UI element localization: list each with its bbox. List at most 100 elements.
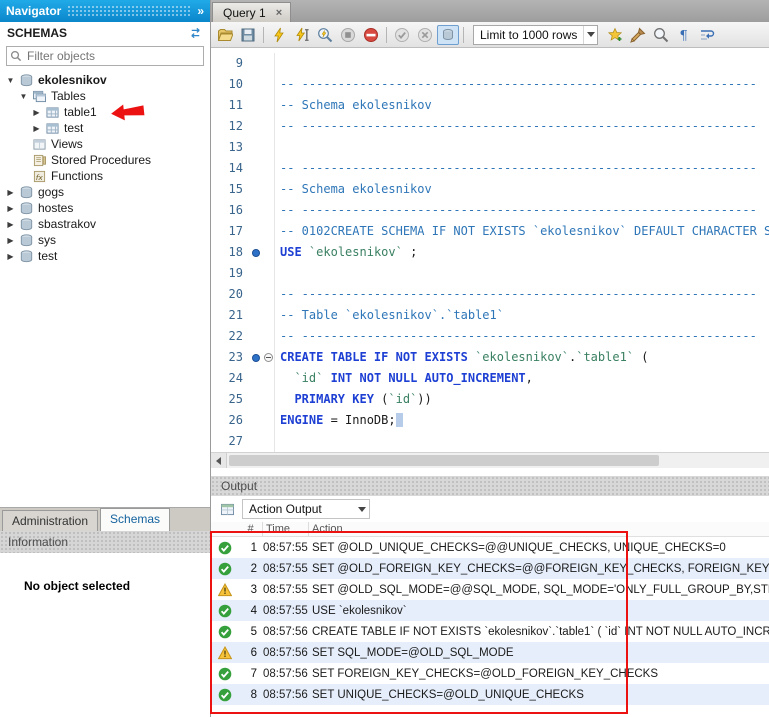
code-text[interactable]: PRIMARY KEY (`id`)) [275, 389, 769, 410]
find-icon[interactable] [650, 25, 672, 45]
output-row[interactable]: 408:57:55USE `ekolesnikov` [211, 600, 769, 621]
column-index[interactable]: # [239, 522, 263, 536]
execute-icon[interactable] [268, 25, 290, 45]
code-text[interactable]: -- -------------------------------------… [275, 116, 769, 137]
code-text[interactable] [275, 137, 769, 158]
output-row[interactable]: 808:57:56SET UNIQUE_CHECKS=@OLD_UNIQUE_C… [211, 684, 769, 705]
autocommit-icon[interactable] [437, 25, 459, 45]
tree-expander-icon[interactable]: ▶ [30, 124, 43, 133]
refresh-schemas-icon[interactable] [188, 27, 203, 39]
row-time: 08:57:55 [263, 563, 309, 575]
fold-gutter [262, 284, 275, 305]
output-row[interactable]: 108:57:55SET @OLD_UNIQUE_CHECKS=@@UNIQUE… [211, 537, 769, 558]
panel-splitter[interactable] [211, 468, 769, 476]
code-text[interactable]: -- -------------------------------------… [275, 158, 769, 179]
column-action[interactable]: Action [309, 522, 769, 536]
save-icon[interactable] [237, 25, 259, 45]
tree-item-tables[interactable]: ▼Tables [0, 88, 210, 104]
output-view-value: Action Output [249, 502, 355, 516]
tree-item-label: Views [51, 137, 83, 151]
explain-icon[interactable] [314, 25, 336, 45]
row-index: 2 [239, 563, 263, 575]
limit-rows-value: Limit to 1000 rows [480, 28, 583, 42]
tree-item-functions[interactable]: fxFunctions [0, 168, 210, 184]
statement-marker-gutter [249, 242, 262, 263]
code-text[interactable]: CREATE TABLE IF NOT EXISTS `ekolesnikov`… [275, 347, 769, 368]
tree-item-stored-procedures[interactable]: Stored Procedures [0, 152, 210, 168]
code-text[interactable] [275, 431, 769, 452]
tree-expander-icon[interactable]: ▼ [17, 92, 30, 101]
tree-expander-icon[interactable]: ▶ [4, 188, 17, 197]
code-token: -- Schema ekolesnikov [280, 182, 432, 196]
line-number: 25 [211, 389, 249, 410]
code-text[interactable]: -- -------------------------------------… [275, 74, 769, 95]
tab-administration[interactable]: Administration [2, 510, 98, 531]
stop-on-error-icon[interactable] [360, 25, 382, 45]
code-text[interactable]: -- -------------------------------------… [275, 284, 769, 305]
fold-gutter [262, 368, 275, 389]
output-row[interactable]: 308:57:55SET @OLD_SQL_MODE=@@SQL_MODE, S… [211, 579, 769, 600]
rollback-icon[interactable] [414, 25, 436, 45]
procedures-icon [30, 153, 48, 167]
invisibles-icon[interactable]: ¶ [673, 25, 695, 45]
tree-item-test[interactable]: ▶test [0, 120, 210, 136]
column-time[interactable]: Time [263, 522, 309, 536]
stop-icon[interactable] [337, 25, 359, 45]
warning-icon [211, 583, 239, 597]
output-view-dropdown[interactable]: Action Output [242, 499, 370, 519]
output-row[interactable]: 508:57:56CREATE TABLE IF NOT EXISTS `eko… [211, 621, 769, 642]
code-text[interactable]: USE `ekolesnikov` ; [275, 242, 769, 263]
commit-icon[interactable] [391, 25, 413, 45]
execute-current-icon[interactable] [291, 25, 313, 45]
statement-marker-gutter [249, 368, 262, 389]
tree-item-hostes[interactable]: ▶hostes [0, 200, 210, 216]
wrap-icon[interactable] [696, 25, 718, 45]
output-row[interactable]: 708:57:56SET FOREIGN_KEY_CHECKS=@OLD_FOR… [211, 663, 769, 684]
tree-item-table1[interactable]: ▶table1 [0, 104, 210, 120]
sql-editor[interactable]: 910-- ----------------------------------… [211, 48, 769, 452]
output-row[interactable]: 208:57:55SET @OLD_FOREIGN_KEY_CHECKS=@@F… [211, 558, 769, 579]
tree-expander-icon[interactable]: ▶ [4, 236, 17, 245]
tree-item-test[interactable]: ▶test [0, 248, 210, 264]
editor-horizontal-scrollbar[interactable] [211, 452, 769, 468]
code-text[interactable]: -- Schema ekolesnikov [275, 95, 769, 116]
schema-icon [17, 217, 35, 231]
code-text[interactable] [275, 53, 769, 74]
tab-schemas[interactable]: Schemas [100, 508, 170, 531]
tree-expander-icon[interactable]: ▼ [4, 76, 17, 85]
code-text[interactable]: -- Schema ekolesnikov [275, 179, 769, 200]
tree-item-views[interactable]: Views [0, 136, 210, 152]
fold-gutter [262, 137, 275, 158]
tree-item-sbastrakov[interactable]: ▶sbastrakov [0, 216, 210, 232]
code-text[interactable]: -- Table `ekolesnikov`.`table1` [275, 305, 769, 326]
tree-item-sys[interactable]: ▶sys [0, 232, 210, 248]
tree-expander-icon[interactable]: ▶ [30, 108, 43, 117]
filter-objects-input[interactable] [6, 46, 204, 66]
tree-expander-icon[interactable]: ▶ [4, 220, 17, 229]
code-text[interactable]: ENGINE = InnoDB; [275, 410, 769, 431]
tree-item-gogs[interactable]: ▶gogs [0, 184, 210, 200]
collapse-panel-icon[interactable]: » [197, 4, 204, 18]
scroll-left-icon[interactable] [211, 453, 227, 468]
scrollbar-thumb[interactable] [229, 455, 659, 466]
output-table-header: # Time Action [211, 522, 769, 537]
code-text[interactable]: `id` INT NOT NULL AUTO_INCREMENT, [275, 368, 769, 389]
beautify-icon[interactable] [627, 25, 649, 45]
tree-item-ekolesnikov[interactable]: ▼ekolesnikov [0, 72, 210, 88]
close-tab-icon[interactable]: × [276, 7, 282, 19]
limit-rows-dropdown[interactable]: Limit to 1000 rows [473, 25, 598, 45]
open-file-icon[interactable] [214, 25, 236, 45]
output-row[interactable]: 608:57:56SET SQL_MODE=@OLD_SQL_MODE [211, 642, 769, 663]
line-number: 24 [211, 368, 249, 389]
fold-collapse-icon[interactable] [264, 353, 273, 362]
table-icon [43, 105, 61, 119]
code-text[interactable]: -- -------------------------------------… [275, 200, 769, 221]
tree-expander-icon[interactable]: ▶ [4, 252, 17, 261]
code-text[interactable] [275, 263, 769, 284]
new-snippet-icon[interactable] [604, 25, 626, 45]
tree-expander-icon[interactable]: ▶ [4, 204, 17, 213]
code-text[interactable]: -- 0102CREATE SCHEMA IF NOT EXISTS `ekol… [275, 221, 769, 242]
code-text[interactable]: -- -------------------------------------… [275, 326, 769, 347]
tab-query-1[interactable]: Query 1 × [212, 2, 291, 22]
schema-icon [17, 73, 35, 87]
